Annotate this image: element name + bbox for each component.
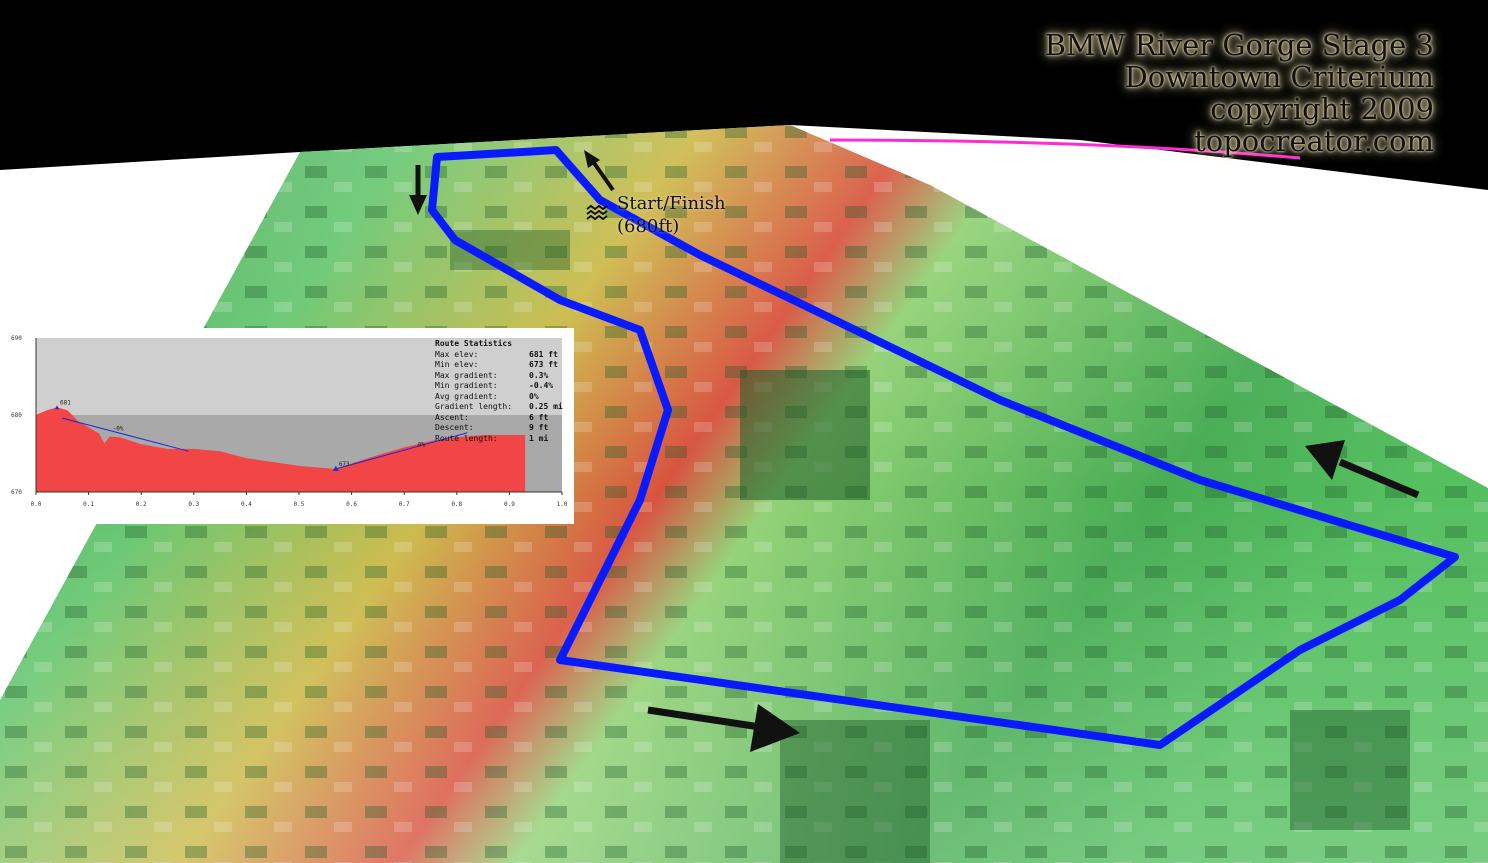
stat-value: 0.3% bbox=[529, 370, 549, 380]
stat-value: 6 ft bbox=[529, 412, 549, 422]
stat-label: Max elev: bbox=[435, 349, 479, 359]
copyright-line: copyright 2009 bbox=[1210, 91, 1434, 126]
data-label: -0% bbox=[113, 425, 124, 432]
title-line: Downtown Criterium bbox=[1124, 59, 1435, 94]
data-label: 0% bbox=[418, 442, 426, 449]
route-statistics-title: Route Statistics bbox=[435, 339, 513, 348]
start-finish-marker bbox=[586, 204, 608, 221]
x-tick-label: 0.8 bbox=[451, 501, 462, 508]
start-finish-text: Start/Finish bbox=[617, 193, 726, 214]
data-label: 673 bbox=[339, 461, 350, 468]
stat-value: 681 ft bbox=[529, 349, 558, 359]
stat-row: Avg gradient: 0% bbox=[435, 392, 563, 403]
elevation-profile-panel: 0.0 0.1 0.2 0.3 0.4 0.5 0.6 0.7 0.8 0.9 1.0 670 680 6… bbox=[6, 328, 574, 524]
stat-label: Route length: bbox=[435, 433, 498, 443]
stat-row: Ascent: 6 ft bbox=[435, 413, 563, 424]
website-line: topocreator.com bbox=[1194, 123, 1434, 158]
stat-row: Descent: 9 ft bbox=[435, 423, 563, 434]
x-tick-label: 0.4 bbox=[241, 501, 252, 508]
x-tick-label: 0.5 bbox=[294, 501, 305, 508]
x-tick-label: 0.3 bbox=[188, 501, 199, 508]
x-tick-label: 0.9 bbox=[504, 501, 515, 508]
data-label: 681 bbox=[60, 399, 71, 406]
x-tick-label: 0.0 bbox=[31, 501, 42, 508]
stat-value: 0% bbox=[529, 391, 539, 401]
stat-row: Gradient length: 0.25 mi bbox=[435, 402, 563, 413]
building-block bbox=[740, 370, 870, 500]
start-finish-label: Start/Finish (680ft) bbox=[617, 193, 726, 238]
route-statistics: Route Statistics Max elev: 681 ft Min elev… bbox=[435, 339, 563, 444]
stat-value: -0.4% bbox=[529, 381, 554, 390]
y-tick-label: 690 bbox=[11, 335, 22, 342]
stat-label: Avg gradient: bbox=[435, 391, 498, 401]
stat-row: Max elev: 681 ft bbox=[435, 350, 563, 361]
stat-row: Min elev: 673 ft bbox=[435, 360, 563, 371]
stat-label: Min elev: bbox=[435, 360, 479, 369]
x-tick-label: 0.6 bbox=[346, 501, 357, 508]
y-tick-label: 670 bbox=[11, 489, 22, 496]
stat-label: Gradient length: bbox=[435, 402, 513, 411]
stat-label: Min gradient: bbox=[435, 381, 498, 390]
stat-row: Route length: 1 mi bbox=[435, 434, 563, 445]
stat-label: Ascent: bbox=[435, 412, 469, 422]
map-title: BMW River Gorge Stage 3 Downtown Criteri… bbox=[1044, 28, 1435, 158]
stat-value: 0.25 mi bbox=[529, 402, 563, 411]
stat-label: Max gradient: bbox=[435, 370, 498, 380]
stat-row: Min gradient: -0.4% bbox=[435, 381, 563, 392]
x-tick-label: 0.2 bbox=[136, 501, 147, 508]
x-tick-label: 1.0 bbox=[557, 501, 568, 508]
stat-value: 9 ft bbox=[529, 423, 549, 432]
y-tick-label: 680 bbox=[11, 412, 22, 419]
x-tick-label: 0.7 bbox=[399, 501, 410, 508]
start-finish-elevation: (680ft) bbox=[617, 215, 680, 237]
stat-row: Max gradient: 0.3% bbox=[435, 371, 563, 382]
stat-label: Descent: bbox=[435, 423, 474, 432]
building-block bbox=[1290, 710, 1410, 830]
title-line: BMW River Gorge Stage 3 bbox=[1044, 28, 1434, 62]
stat-value: 1 mi bbox=[529, 433, 549, 443]
stat-value: 673 ft bbox=[529, 360, 558, 369]
building-block bbox=[780, 720, 930, 863]
x-tick-label: 0.1 bbox=[83, 501, 94, 508]
